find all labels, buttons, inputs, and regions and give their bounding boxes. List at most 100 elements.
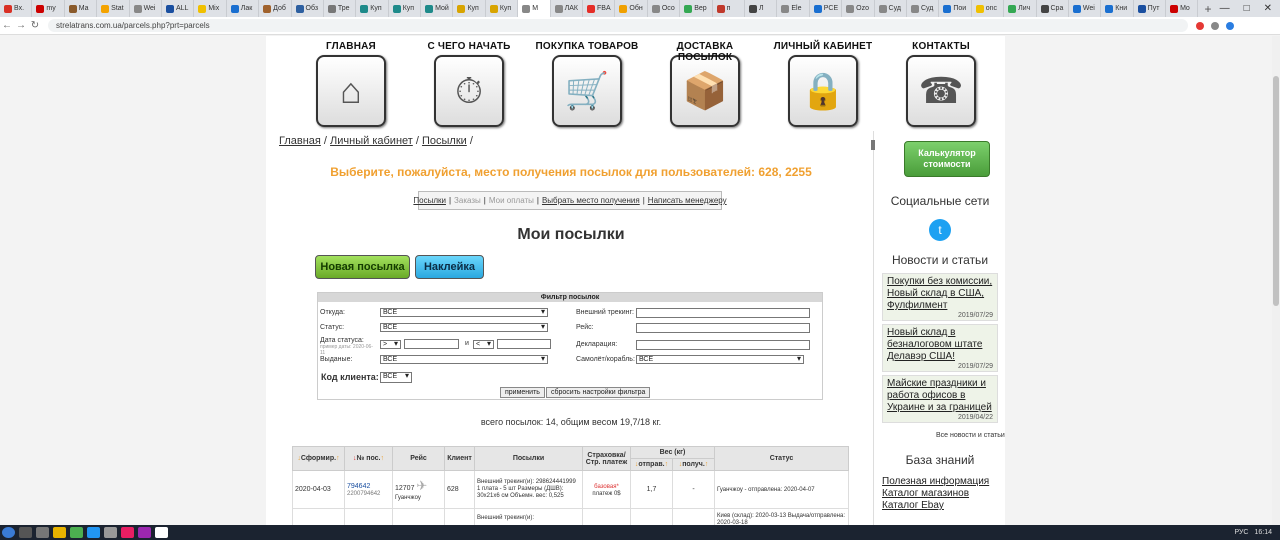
tab-parcels[interactable]: Посылки (413, 196, 446, 205)
browser-tab[interactable]: Доб (259, 0, 292, 17)
col-formed[interactable]: ↓Сформир.↑ (292, 446, 345, 471)
browser-tab[interactable]: Ele (777, 0, 810, 17)
status-select[interactable]: ВСЕ (380, 323, 548, 332)
issued-select[interactable]: ВСЕ (380, 355, 548, 364)
browser-tab[interactable]: Пут (1134, 0, 1167, 17)
taskbar-app-icon[interactable] (53, 527, 66, 538)
tab-write-manager[interactable]: Написать менеджеру (648, 196, 727, 205)
date-to-op-select[interactable]: < (473, 340, 494, 349)
browser-tab[interactable]: Обз (292, 0, 324, 17)
browser-tab[interactable]: FBA (583, 0, 616, 17)
kb-link-useful[interactable]: Полезная информация (882, 476, 989, 487)
new-parcel-button[interactable]: Новая посылка (315, 255, 410, 279)
browser-tab[interactable]: ALL (162, 0, 195, 17)
extension-icon[interactable] (1211, 21, 1219, 30)
tab-choose-place[interactable]: Выбрать место получения (542, 196, 640, 205)
close-icon[interactable]: ✕ (1264, 3, 1272, 14)
browser-tab[interactable]: Куп (453, 0, 486, 17)
url-field[interactable]: strelatrans.com.ua/parcels.php?prt=parce… (48, 19, 1188, 32)
browser-tab[interactable]: Л (745, 0, 778, 17)
language-indicator[interactable]: РУС (1234, 529, 1248, 536)
browser-tab[interactable]: PCE (810, 0, 843, 17)
breadcrumb-cabinet[interactable]: Личный кабинет (330, 135, 413, 147)
news-item[interactable]: Покупки без комиссии, Новый склад в США,… (882, 273, 998, 321)
flight-input[interactable] (636, 323, 810, 333)
browser-tab[interactable]: Суд (907, 0, 940, 17)
browser-tab[interactable]: Обн (615, 0, 648, 17)
nav-item[interactable]: ДОСТАВКА ПОСЫЛОК 📦 (650, 41, 760, 127)
col-num[interactable]: ↓№ пос.↑ (344, 446, 393, 471)
declaration-input[interactable] (636, 340, 810, 350)
taskbar-app-icon[interactable] (121, 527, 134, 538)
minimize-icon[interactable]: — (1220, 3, 1230, 14)
news-title[interactable]: Новый склад в безналоговом штате Делавэр… (887, 327, 993, 363)
forward-icon[interactable]: → (14, 20, 28, 31)
col-received[interactable]: ↓получ.↑ (672, 458, 715, 471)
news-title[interactable]: Покупки без комиссии, Новый склад в США,… (887, 276, 993, 312)
nav-illustration-icon[interactable]: 🔒 (788, 55, 858, 127)
browser-tab[interactable]: Wei (130, 0, 162, 17)
browser-tab[interactable]: onc (972, 0, 1005, 17)
nav-label[interactable]: С ЧЕГО НАЧАТЬ (414, 41, 524, 55)
browser-tab[interactable]: Куп (486, 0, 519, 17)
scrollbar-thumb[interactable] (1273, 76, 1279, 306)
all-news-link[interactable]: Все новости и статьи (936, 432, 1005, 439)
nav-label[interactable]: ГЛАВНАЯ (296, 41, 406, 55)
plane-select[interactable]: ВСЕ (636, 355, 804, 364)
browser-tab[interactable]: п (713, 0, 745, 17)
nav-label[interactable]: ДОСТАВКА ПОСЫЛОК (650, 41, 760, 63)
browser-tab[interactable]: Лич (1004, 0, 1037, 17)
browser-tab[interactable]: Суд (875, 0, 907, 17)
nav-illustration-icon[interactable]: 📦 (670, 55, 740, 127)
browser-tab[interactable]: Ma (65, 0, 98, 17)
nav-illustration-icon[interactable]: ⏱ (434, 55, 504, 127)
browser-tab[interactable]: my (32, 0, 65, 17)
taskbar-app-icon[interactable] (36, 527, 49, 538)
reload-icon[interactable]: ↻ (28, 20, 42, 31)
from-select[interactable]: ВСЕ (380, 308, 548, 317)
nav-illustration-icon[interactable]: ⌂ (316, 55, 386, 127)
news-item[interactable]: Майские праздники и работа офисов в Укра… (882, 375, 998, 423)
browser-tab[interactable]: Вер (680, 0, 713, 17)
breadcrumb-parcels[interactable]: Посылки (422, 135, 467, 147)
date-from-op-select[interactable]: > (380, 340, 401, 349)
browser-tab[interactable]: Wei (1069, 0, 1102, 17)
nav-label[interactable]: ПОКУПКА ТОВАРОВ (532, 41, 642, 55)
profile-icon[interactable] (1226, 21, 1234, 30)
browser-tab[interactable]: Mo (1166, 0, 1199, 17)
nav-item[interactable]: ЛИЧНЫЙ КАБИНЕТ 🔒 (768, 41, 878, 127)
twitter-icon[interactable]: t (929, 219, 951, 241)
reset-filter-button[interactable]: сбросить настройки фильтра (546, 387, 651, 398)
news-title[interactable]: Майские праздники и работа офисов в Укра… (887, 378, 993, 414)
apply-button[interactable]: применить (500, 387, 545, 398)
clock[interactable]: 16:14 (1254, 529, 1272, 536)
taskbar-app-icon[interactable] (87, 527, 100, 538)
browser-tab[interactable]: Кни (1101, 0, 1134, 17)
nav-illustration-icon[interactable]: ☎ (906, 55, 976, 127)
nav-label[interactable]: КОНТАКТЫ (886, 41, 996, 55)
col-sent[interactable]: ↓отправ.↑ (630, 458, 673, 471)
browser-tab[interactable]: Ozo (842, 0, 875, 17)
calculator-button[interactable]: Калькулятор стоимости (904, 141, 990, 177)
browser-tab[interactable]: Лак (227, 0, 260, 17)
maximize-icon[interactable]: □ (1244, 3, 1250, 14)
nav-item[interactable]: КОНТАКТЫ ☎ (886, 41, 996, 127)
date-to-input[interactable] (497, 339, 551, 349)
taskbar-app-icon[interactable] (104, 527, 117, 538)
nav-item[interactable]: ГЛАВНАЯ ⌂ (296, 41, 406, 127)
browser-tab[interactable]: Вх. (0, 0, 33, 17)
taskbar-app-icon[interactable] (155, 527, 168, 538)
browser-tab[interactable]: Mix (194, 0, 227, 17)
browser-tab[interactable]: Куп (389, 0, 422, 17)
kb-link-shops[interactable]: Каталог магазинов (882, 488, 969, 499)
breadcrumb-home[interactable]: Главная (279, 135, 321, 147)
table-row[interactable]: 2020-04-03 794642 2200794642 12707 ✈ Гуанчжо… (292, 470, 849, 509)
extension-icon[interactable] (1196, 21, 1204, 30)
nav-item[interactable]: ПОКУПКА ТОВАРОВ 🛒 (532, 41, 642, 127)
news-item[interactable]: Новый склад в безналоговом штате Делавэр… (882, 324, 998, 372)
nav-label[interactable]: ЛИЧНЫЙ КАБИНЕТ (768, 41, 878, 55)
browser-tab[interactable]: Тре (324, 0, 357, 17)
browser-tab[interactable]: М (518, 0, 551, 17)
nav-item[interactable]: С ЧЕГО НАЧАТЬ ⏱ (414, 41, 524, 127)
back-icon[interactable]: ← (0, 20, 14, 31)
